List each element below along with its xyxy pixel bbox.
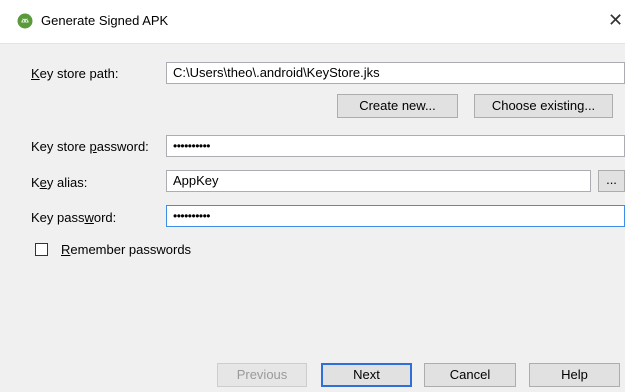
keystore-path-label: Key store path: xyxy=(31,66,118,82)
remember-passwords-label-mnemonic: R xyxy=(61,242,71,257)
keystore-path-label-mnemonic: K xyxy=(31,66,40,81)
choose-existing-button[interactable]: Choose existing... xyxy=(474,94,613,118)
key-alias-label-pre: K xyxy=(31,175,40,190)
title-bar: Generate Signed APK ✕ xyxy=(0,0,625,44)
key-password-label: Key password: xyxy=(31,210,116,226)
keystore-password-field[interactable]: •••••••••• xyxy=(166,135,625,157)
cancel-button[interactable]: Cancel xyxy=(424,363,516,387)
key-alias-label-post: y alias: xyxy=(46,175,88,190)
key-alias-browse-button[interactable]: ... xyxy=(598,170,625,192)
key-password-field[interactable]: •••••••••• xyxy=(166,205,625,227)
keystore-password-label-pre: Key store xyxy=(31,139,90,154)
help-button[interactable]: Help xyxy=(529,363,620,387)
keystore-password-label: Key store password: xyxy=(31,139,149,155)
next-button[interactable]: Next xyxy=(321,363,412,387)
window-title: Generate Signed APK xyxy=(41,13,169,28)
close-icon[interactable]: ✕ xyxy=(608,9,625,31)
key-alias-label: Key alias: xyxy=(31,175,87,191)
create-new-button[interactable]: Create new... xyxy=(337,94,458,118)
remember-passwords-label-post: emember passwords xyxy=(70,242,192,257)
keystore-path-label-post: ey store path: xyxy=(39,66,119,81)
remember-passwords-label[interactable]: Remember passwords xyxy=(61,242,191,258)
key-password-label-mnemonic: w xyxy=(84,210,94,225)
previous-button: Previous xyxy=(217,363,307,387)
keystore-password-label-mnemonic: p xyxy=(89,139,97,154)
keystore-password-label-post: assword: xyxy=(96,139,149,154)
key-password-label-post: ord: xyxy=(93,210,117,225)
key-alias-label-mnemonic: e xyxy=(39,175,47,190)
android-icon xyxy=(17,13,33,29)
key-password-label-pre: Key pass xyxy=(31,210,85,225)
key-alias-field[interactable]: AppKey xyxy=(166,170,591,192)
remember-passwords-checkbox[interactable] xyxy=(35,243,48,256)
keystore-path-field[interactable]: C:\Users\theo\.android\KeyStore.jks xyxy=(166,62,625,84)
